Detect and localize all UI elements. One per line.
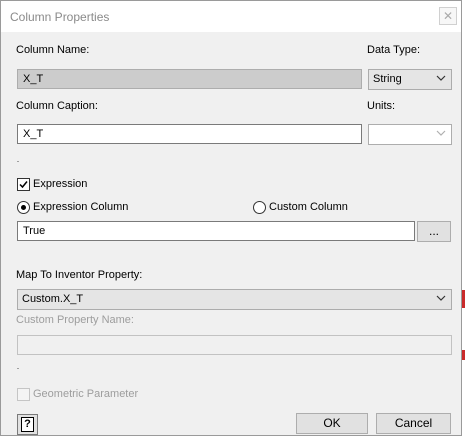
dialog-title: Column Properties	[10, 10, 110, 24]
expression-column-label: Expression Column	[33, 201, 129, 213]
data-type-value: String	[373, 73, 402, 85]
chevron-down-icon	[436, 293, 446, 303]
expression-browse-button[interactable]: ...	[417, 221, 451, 242]
chevron-down-icon	[436, 73, 446, 83]
geometric-parameter-label: Geometric Parameter	[33, 388, 139, 400]
separator-mark-lower	[17, 368, 19, 369]
title-bar: Column Properties ✕	[1, 1, 461, 32]
close-icon: ✕	[442, 9, 454, 23]
expression-checkbox[interactable]	[17, 178, 30, 191]
expression-column-radio[interactable]	[17, 201, 30, 214]
data-type-select[interactable]: String	[368, 69, 452, 90]
help-button[interactable]: ?	[17, 414, 38, 435]
units-label: Units:	[367, 100, 396, 112]
custom-column-radio[interactable]	[253, 201, 266, 214]
units-select[interactable]	[368, 124, 452, 145]
data-type-label: Data Type:	[367, 44, 420, 56]
map-to-property-select[interactable]: Custom.X_T	[17, 289, 452, 310]
close-button[interactable]: ✕	[439, 7, 457, 25]
custom-column-label: Custom Column	[269, 201, 348, 213]
column-caption-label: Column Caption:	[16, 100, 98, 112]
map-to-property-value: Custom.X_T	[22, 293, 84, 305]
column-properties-dialog: Column Properties ✕ Column Name: X_T Dat…	[0, 0, 462, 436]
chevron-down-icon	[436, 128, 446, 138]
column-name-label: Column Name:	[16, 44, 90, 56]
expression-input[interactable]: True	[17, 221, 415, 241]
geometric-parameter-checkbox	[17, 388, 30, 401]
checkmark-icon	[19, 181, 28, 189]
map-to-property-label: Map To Inventor Property:	[16, 269, 143, 281]
cancel-button[interactable]: Cancel	[376, 413, 451, 434]
custom-property-name-input	[17, 335, 452, 355]
help-icon: ?	[21, 417, 34, 432]
custom-property-name-label: Custom Property Name:	[16, 314, 134, 326]
ok-button[interactable]: OK	[296, 413, 368, 434]
column-name-field: X_T	[17, 69, 362, 89]
expression-label: Expression	[33, 178, 88, 190]
separator-mark	[17, 161, 19, 162]
column-caption-input[interactable]: X_T	[17, 124, 362, 144]
radio-selected-dot	[21, 205, 26, 210]
